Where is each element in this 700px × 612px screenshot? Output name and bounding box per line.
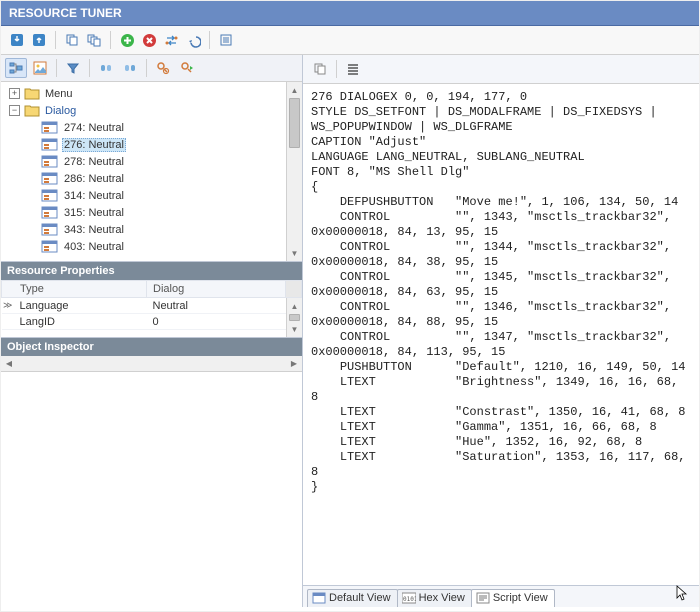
prop-key: LangID	[2, 314, 147, 330]
right-panel: 276 DIALOGEX 0, 0, 194, 177, 0 STYLE DS_…	[303, 55, 699, 607]
app-title-bar: RESOURCE TUNER	[1, 1, 699, 26]
cursor-icon	[676, 585, 690, 603]
resource-tree[interactable]: +Menu−Dialog274: Neutral276: Neutral278:…	[1, 82, 302, 261]
separator	[209, 31, 210, 49]
scroll-thumb[interactable]	[289, 98, 300, 148]
multi-copy-button[interactable]	[84, 30, 104, 50]
copy-code-button[interactable]	[309, 59, 331, 79]
tree-item-343[interactable]: 343: Neutral	[1, 221, 302, 238]
find-next-button[interactable]	[176, 58, 198, 78]
tab-label: Hex View	[419, 592, 465, 604]
view-tabs: Default View 0101Hex View Script View	[303, 585, 699, 607]
tab-script[interactable]: Script View	[471, 589, 555, 607]
lines-button[interactable]	[342, 59, 364, 79]
script-editor[interactable]: 276 DIALOGEX 0, 0, 194, 177, 0 STYLE DS_…	[303, 84, 699, 585]
separator	[55, 31, 56, 49]
tree-node-menu[interactable]: +Menu	[1, 85, 302, 102]
tree-item-403[interactable]: 403: Neutral	[1, 238, 302, 255]
chevron-right-icon: ≫	[3, 300, 12, 311]
tree-item-314[interactable]: 314: Neutral	[1, 187, 302, 204]
delete-button[interactable]	[139, 30, 159, 50]
separator	[89, 59, 90, 77]
tree-scrollbar[interactable]: ▲ ▼	[286, 82, 302, 261]
list-button[interactable]	[216, 30, 236, 50]
props-scrollbar[interactable]: ▲ ▼	[286, 298, 302, 337]
inspector-hscroll[interactable]: ◀ ▶	[1, 356, 302, 372]
separator	[56, 59, 57, 77]
tree-item-286[interactable]: 286: Neutral	[1, 170, 302, 187]
scroll-down-button[interactable]: ▼	[287, 245, 302, 261]
default-view-icon	[312, 592, 326, 604]
scroll-down-button[interactable]: ▼	[287, 321, 302, 337]
tab-label: Script View	[493, 592, 548, 604]
add-button[interactable]	[117, 30, 137, 50]
scroll-left-button[interactable]: ◀	[1, 356, 17, 371]
prop-col-type[interactable]: Type	[2, 281, 147, 298]
separator	[336, 60, 337, 78]
prop-row[interactable]: LangID0	[2, 314, 302, 330]
prop-col-value[interactable]: Dialog	[147, 281, 286, 298]
scroll-track[interactable]	[287, 98, 302, 245]
properties-panel: ≫ Type Dialog LanguageNeutralLangID0 ▲ ▼	[1, 280, 302, 338]
separator	[146, 59, 147, 77]
app-title: RESOURCE TUNER	[9, 6, 122, 20]
separator	[110, 31, 111, 49]
hex-view-icon: 0101	[402, 592, 416, 604]
left-toolbar	[1, 55, 302, 82]
scroll-up-button[interactable]: ▲	[287, 298, 302, 314]
scroll-up-button[interactable]: ▲	[287, 82, 302, 98]
scroll-thumb[interactable]	[289, 314, 300, 321]
toggle-1-button[interactable]	[95, 58, 117, 78]
tab-default[interactable]: Default View	[307, 589, 398, 607]
prop-col-spacer	[286, 281, 302, 298]
upload-button[interactable]	[29, 30, 49, 50]
prop-key: Language	[2, 298, 147, 314]
resource-tree-container: +Menu−Dialog274: Neutral276: Neutral278:…	[1, 82, 302, 262]
tree-item-276[interactable]: 276: Neutral	[1, 136, 302, 153]
download-button[interactable]	[7, 30, 27, 50]
properties-header: Resource Properties	[1, 262, 302, 280]
main-toolbar	[1, 26, 699, 55]
tree-node-dialog[interactable]: −Dialog	[1, 102, 302, 119]
scroll-track[interactable]	[287, 314, 302, 321]
prop-value: Neutral	[147, 298, 286, 314]
swap-button[interactable]	[161, 30, 181, 50]
tab-label: Default View	[329, 592, 391, 604]
copy-button[interactable]	[62, 30, 82, 50]
tree-item-278[interactable]: 278: Neutral	[1, 153, 302, 170]
properties-table: Type Dialog LanguageNeutralLangID0	[1, 280, 302, 330]
image-view-button[interactable]	[29, 58, 51, 78]
script-view-icon	[476, 592, 490, 604]
scroll-track[interactable]	[17, 356, 286, 371]
filter-button[interactable]	[62, 58, 84, 78]
prop-value: 0	[147, 314, 286, 330]
tree-view-button[interactable]	[5, 58, 27, 78]
scroll-right-button[interactable]: ▶	[286, 356, 302, 371]
toggle-2-button[interactable]	[119, 58, 141, 78]
inspector-header: Object Inspector	[1, 338, 302, 356]
tab-hex[interactable]: 0101Hex View	[397, 589, 472, 607]
undo-button[interactable]	[183, 30, 203, 50]
left-panel: +Menu−Dialog274: Neutral276: Neutral278:…	[1, 55, 303, 607]
find-button[interactable]	[152, 58, 174, 78]
prop-row[interactable]: LanguageNeutral	[2, 298, 302, 314]
svg-text:0101: 0101	[403, 596, 416, 603]
object-inspector-panel: ◀ ▶	[1, 356, 302, 607]
main-area: +Menu−Dialog274: Neutral276: Neutral278:…	[1, 55, 699, 607]
tree-item-315[interactable]: 315: Neutral	[1, 204, 302, 221]
editor-toolbar	[303, 55, 699, 84]
tree-item-274[interactable]: 274: Neutral	[1, 119, 302, 136]
